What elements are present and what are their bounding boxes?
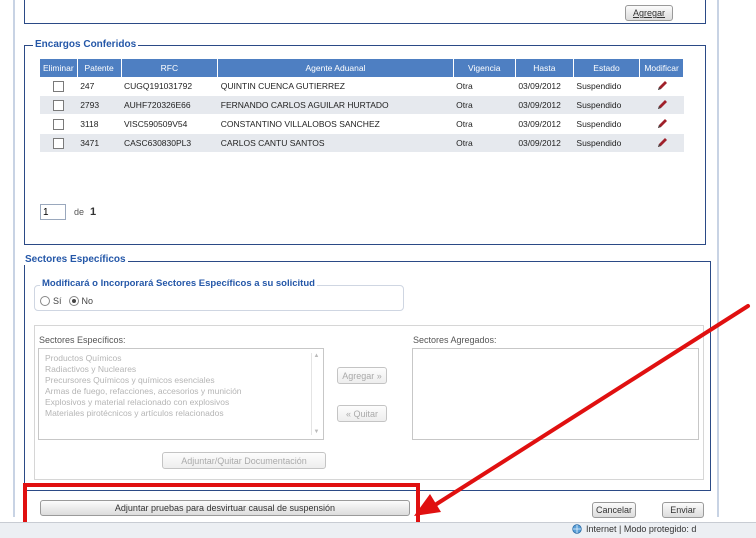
status-zone: Internet | Modo protegido: d [572, 524, 696, 534]
red-arrow-annotation [414, 304, 750, 516]
globe-icon [572, 524, 582, 534]
status-text: Internet | Modo protegido: d [586, 524, 697, 534]
